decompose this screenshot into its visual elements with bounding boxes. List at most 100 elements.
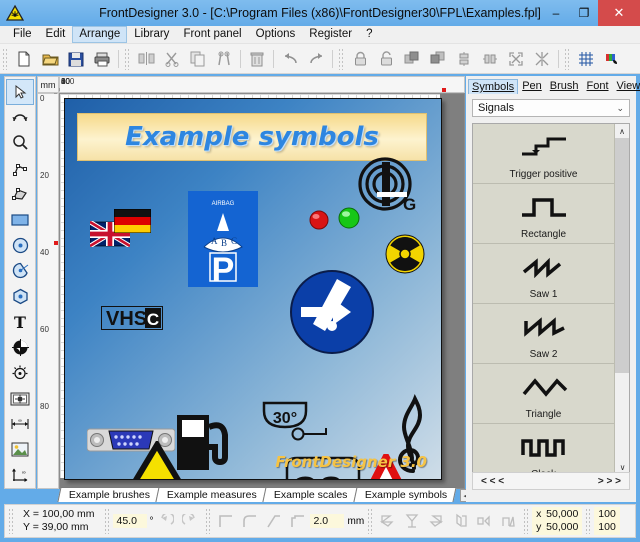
grid-icon[interactable]: [573, 47, 599, 71]
scale-dial-tool[interactable]: [6, 360, 34, 386]
print-icon[interactable]: [89, 47, 115, 71]
skew-icon[interactable]: [496, 509, 520, 533]
close-button[interactable]: ✕: [598, 0, 640, 26]
paste-icon[interactable]: [211, 47, 237, 71]
corner-square-icon[interactable]: [214, 509, 238, 533]
symbol-category-dropdown[interactable]: Signals ⌄: [472, 99, 630, 117]
red-led[interactable]: [309, 210, 329, 233]
statusbar-grip[interactable]: [205, 508, 211, 534]
statusbar-grip[interactable]: [523, 508, 529, 534]
symbol-frame-tool[interactable]: [6, 386, 34, 412]
tab-symbols[interactable]: Symbols: [468, 79, 518, 94]
banner-box[interactable]: Example symbols: [77, 113, 427, 161]
crosshair-tool[interactable]: [6, 335, 34, 361]
menu-arrange[interactable]: Arrange: [72, 26, 127, 43]
zoom-magnifier-tool[interactable]: [6, 130, 34, 156]
flip-vertical-icon[interactable]: [400, 509, 424, 533]
mirror-icon[interactable]: [133, 47, 159, 71]
copy-icon[interactable]: [185, 47, 211, 71]
symbol-list[interactable]: Trigger positive Rectangle Saw 1: [472, 123, 630, 475]
laser-warning-triangle[interactable]: [93, 441, 221, 480]
corner-bevel-icon[interactable]: [262, 509, 286, 533]
center-icon[interactable]: [529, 47, 555, 71]
menu-edit[interactable]: Edit: [39, 26, 73, 43]
tab-pen[interactable]: Pen: [518, 78, 546, 94]
maximize-button[interactable]: ❐: [570, 0, 598, 26]
symbol-item-triangle[interactable]: Triangle: [473, 364, 614, 424]
tab-font[interactable]: Font: [583, 78, 613, 94]
scroll-up-button[interactable]: ∧: [615, 124, 629, 138]
german-flag[interactable]: [114, 209, 151, 236]
scrollbar-thumb[interactable]: [615, 138, 630, 373]
angle-input[interactable]: 45.0: [113, 514, 147, 528]
design-canvas[interactable]: Example symbols: [59, 93, 465, 489]
toolbar-grip[interactable]: [2, 48, 9, 70]
save-disk-icon[interactable]: [63, 47, 89, 71]
tab-example-scales[interactable]: Example scales: [262, 487, 357, 502]
object-size[interactable]: 100 100: [594, 507, 620, 535]
shear-horizontal-icon[interactable]: [472, 509, 496, 533]
tab-view[interactable]: View: [613, 78, 640, 94]
color-icon[interactable]: [599, 47, 625, 71]
object-position[interactable]: x50,000 y50,000: [532, 507, 582, 535]
toolbar-grip[interactable]: [124, 48, 131, 70]
symbol-next-page-button[interactable]: > > >: [598, 476, 621, 487]
tab-example-symbols[interactable]: Example symbols: [353, 487, 456, 502]
toolbar-grip[interactable]: [564, 48, 571, 70]
redo-icon[interactable]: [303, 47, 329, 71]
polyline-tool[interactable]: [6, 156, 34, 182]
toolbar-grip[interactable]: [338, 48, 345, 70]
axis-tool[interactable]: ∞: [6, 462, 34, 488]
select-arrow-tool[interactable]: [6, 79, 34, 105]
gs-circle-logo[interactable]: G: [355, 156, 417, 221]
corner-notch-icon[interactable]: [286, 509, 310, 533]
unlock-icon[interactable]: [373, 47, 399, 71]
text-tool[interactable]: T: [6, 309, 34, 335]
menu-help[interactable]: ?: [359, 26, 379, 43]
distribute-icon[interactable]: [503, 47, 529, 71]
menu-options[interactable]: Options: [249, 26, 303, 43]
hexagon-tool[interactable]: [6, 284, 34, 310]
symbol-list-scrollbar[interactable]: ∧ ∨: [614, 124, 629, 474]
symbol-item-saw-2[interactable]: Saw 2: [473, 304, 614, 364]
vhs-logo[interactable]: VHS C: [101, 306, 163, 333]
corner-radius-input[interactable]: 2.0: [310, 514, 344, 528]
vertical-ruler[interactable]: 0 20 40 60 80: [37, 93, 59, 489]
tab-example-measures[interactable]: Example measures: [156, 487, 267, 502]
menu-library[interactable]: Library: [127, 26, 176, 43]
rotate-ccw-icon[interactable]: [154, 509, 178, 533]
align-horizontal-icon[interactable]: [477, 47, 503, 71]
shear-vertical-icon[interactable]: [448, 509, 472, 533]
delete-trash-icon[interactable]: [244, 47, 270, 71]
tab-example-brushes[interactable]: Example brushes: [57, 487, 159, 502]
symbol-item-clock[interactable]: Clock: [473, 424, 614, 474]
menu-front-panel[interactable]: Front panel: [176, 26, 248, 43]
open-folder-icon[interactable]: [37, 47, 63, 71]
new-document-icon[interactable]: [11, 47, 37, 71]
statusbar-grip[interactable]: [104, 508, 110, 534]
corner-rounded-icon[interactable]: [238, 509, 262, 533]
symbol-item-trigger-positive[interactable]: Trigger positive: [473, 124, 614, 184]
send-to-back-icon[interactable]: [425, 47, 451, 71]
wash-30-symbol[interactable]: 30°: [260, 401, 338, 446]
symbol-item-saw-1[interactable]: Saw 1: [473, 244, 614, 304]
mirror-shape-icon[interactable]: [424, 509, 448, 533]
symbol-item-rectangle[interactable]: Rectangle: [473, 184, 614, 244]
menu-register[interactable]: Register: [302, 26, 359, 43]
dimension-tool[interactable]: ∞: [6, 411, 34, 437]
lock-icon[interactable]: [347, 47, 373, 71]
circle-tool[interactable]: [6, 232, 34, 258]
flip-horizontal-icon[interactable]: [376, 509, 400, 533]
bring-to-front-icon[interactable]: [399, 47, 425, 71]
blue-parking-sign[interactable]: AIRBAG ABC P: [188, 191, 258, 290]
statusbar-grip[interactable]: [8, 508, 14, 534]
menu-file[interactable]: File: [6, 26, 39, 43]
rectangle-tool[interactable]: [6, 207, 34, 233]
tab-brush[interactable]: Brush: [546, 78, 583, 94]
undo-icon[interactable]: [277, 47, 303, 71]
align-vertical-icon[interactable]: [451, 47, 477, 71]
image-tool[interactable]: [6, 437, 34, 463]
arc-tool[interactable]: [6, 258, 34, 284]
minimize-button[interactable]: –: [542, 0, 570, 26]
horizontal-ruler[interactable]: 0 20 40 60 80 100: [59, 76, 465, 93]
